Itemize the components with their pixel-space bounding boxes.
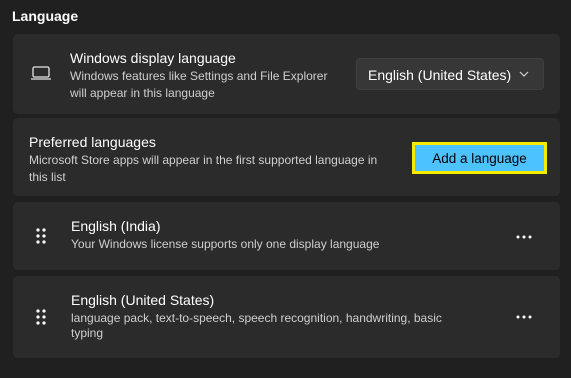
display-language-dropdown[interactable]: English (United States) [356,58,544,90]
display-language-description-line2: will appear in this language [70,86,215,100]
language-description-line1: language pack, text-to-speech, speech re… [71,311,442,325]
preferred-languages-title: Preferred languages [29,134,156,150]
language-item-english-united-states[interactable]: English (United States) language pack, t… [13,276,560,358]
more-options-icon[interactable] [516,315,532,319]
preferred-languages-description-line1: Microsoft Store apps will appear in the … [29,153,378,167]
chevron-down-icon [519,71,529,77]
drag-handle-icon[interactable] [35,309,47,325]
preferred-languages-description-line2: this list [29,170,66,184]
monitor-icon [31,66,51,80]
preferred-languages-card: Preferred languages Microsoft Store apps… [13,118,560,196]
section-title: Language [12,8,79,24]
display-language-description-line1: Windows features like Settings and File … [70,69,328,83]
display-language-card: Windows display language Windows feature… [13,34,560,114]
language-description-line1: Your Windows license supports only one d… [71,237,380,251]
language-item-english-india[interactable]: English (India) Your Windows license sup… [13,202,560,270]
add-language-button[interactable]: Add a language [412,142,547,174]
language-name: English (United States) [71,292,215,308]
display-language-selected-value: English (United States) [368,67,512,83]
display-language-title: Windows display language [70,50,236,66]
language-name: English (India) [71,218,161,234]
more-options-icon[interactable] [516,235,532,239]
language-description-line2: typing [71,326,104,340]
drag-handle-icon[interactable] [35,228,47,244]
